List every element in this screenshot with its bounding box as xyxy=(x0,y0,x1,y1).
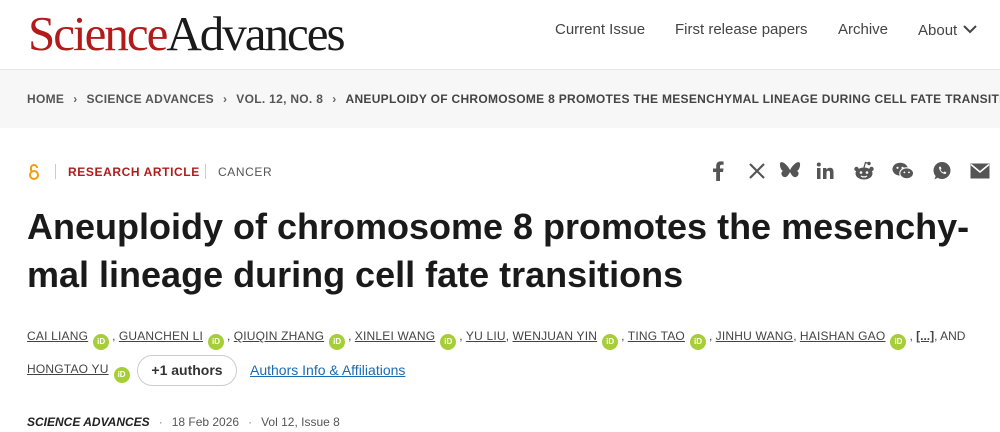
bluesky-icon[interactable] xyxy=(779,160,801,182)
article-title-line2: mal lineage during cell fate transitions xyxy=(27,254,684,295)
author-link[interactable]: CAI LIANG xyxy=(27,329,88,343)
orcid-icon[interactable]: iD xyxy=(440,334,457,350)
author-link[interactable]: QIUQIN ZHANG xyxy=(234,329,324,343)
separator-dot: · xyxy=(158,415,163,429)
breadcrumb-journal[interactable]: SCIENCE ADVANCES xyxy=(87,92,214,106)
breadcrumb-current: ANEUPLOIDY OF CHROMOSOME 8 PROMOTES THE … xyxy=(345,92,1000,106)
article-type-link[interactable]: RESEARCH ARTICLE xyxy=(68,165,200,179)
authors-and-text: , AND xyxy=(934,329,966,343)
wechat-icon[interactable] xyxy=(892,160,914,182)
orcid-icon[interactable]: iD xyxy=(329,334,346,350)
author-list-continued: HONGTAO YU iD xyxy=(27,362,133,392)
orcid-icon[interactable]: iD xyxy=(93,334,110,350)
author-link[interactable]: XINLEI WANG xyxy=(355,329,435,343)
journal-name: SCIENCE ADVANCES xyxy=(27,415,150,429)
divider xyxy=(55,164,56,179)
breadcrumb-home[interactable]: HOME xyxy=(27,92,64,106)
divider xyxy=(205,164,206,179)
breadcrumb-band: HOME › SCIENCE ADVANCES › VOL. 12, NO. 8 › ANE… xyxy=(0,70,1000,128)
chevron-right-icon: › xyxy=(222,92,228,106)
site-header: ScienceAdvances Current Issue First rele… xyxy=(0,0,1000,70)
site-logo[interactable]: ScienceAdvances xyxy=(28,8,346,60)
publication-meta: SCIENCE ADVANCES · 18 Feb 2026 · Vol 12, Iss… xyxy=(27,415,340,429)
expand-authors-ellipsis[interactable]: [...] xyxy=(916,329,934,343)
author-link[interactable]: WENJUAN YIN xyxy=(512,329,597,343)
orcid-icon[interactable]: iD xyxy=(208,334,225,350)
nav-about-label: About xyxy=(918,22,958,39)
volume-issue: Vol 12, Issue 8 xyxy=(261,415,340,429)
author-link[interactable]: TING TAO xyxy=(628,329,685,343)
author-link[interactable]: GUANCHEN LI xyxy=(119,329,203,343)
chevron-right-icon: › xyxy=(332,92,337,106)
orcid-icon[interactable]: iD xyxy=(113,367,130,383)
article-title: Aneuploidy of chromosome 8 promotes the … xyxy=(27,203,987,299)
nav-current-issue[interactable]: Current Issue xyxy=(555,21,645,38)
author-link[interactable]: YU LIU xyxy=(466,329,506,343)
authors-info-affiliations-link[interactable]: Authors Info & Affiliations xyxy=(250,362,405,378)
open-access-icon xyxy=(29,164,39,180)
nav-first-release-papers[interactable]: First release papers xyxy=(675,21,808,38)
author-link[interactable]: HONGTAO YU xyxy=(27,362,109,376)
separator-dot: · xyxy=(248,415,253,429)
orcid-icon[interactable]: iD xyxy=(689,334,706,350)
more-authors-button[interactable]: +1 authors xyxy=(137,355,237,386)
article-title-line1: Aneuploidy of chromosome 8 promotes the … xyxy=(27,206,970,247)
chevron-right-icon: › xyxy=(73,92,78,106)
author-list: CAI LIANG iD, GUANCHEN LI iD, QIUQIN ZHANG… xyxy=(27,329,965,350)
chevron-down-icon xyxy=(963,21,977,38)
orcid-icon[interactable]: iD xyxy=(890,334,907,350)
x-icon[interactable] xyxy=(746,160,768,182)
article-subject-link[interactable]: CANCER xyxy=(218,165,272,179)
author-link[interactable]: JINHU WANG xyxy=(716,329,794,343)
nav-about[interactable]: About xyxy=(918,21,977,39)
publication-date: 18 Feb 2026 xyxy=(171,415,240,429)
breadcrumb: HOME › SCIENCE ADVANCES › VOL. 12, NO. 8 › ANE… xyxy=(27,92,1000,106)
email-icon[interactable] xyxy=(969,160,991,182)
linkedin-icon[interactable] xyxy=(814,160,836,182)
whatsapp-icon[interactable] xyxy=(931,160,953,182)
facebook-icon[interactable] xyxy=(707,160,729,182)
author-link[interactable]: HAISHAN GAO xyxy=(800,329,886,343)
orcid-icon[interactable]: iD xyxy=(602,334,619,350)
nav-archive[interactable]: Archive xyxy=(838,21,888,38)
breadcrumb-issue[interactable]: VOL. 12, NO. 8 xyxy=(236,92,323,106)
reddit-icon[interactable] xyxy=(853,160,875,182)
